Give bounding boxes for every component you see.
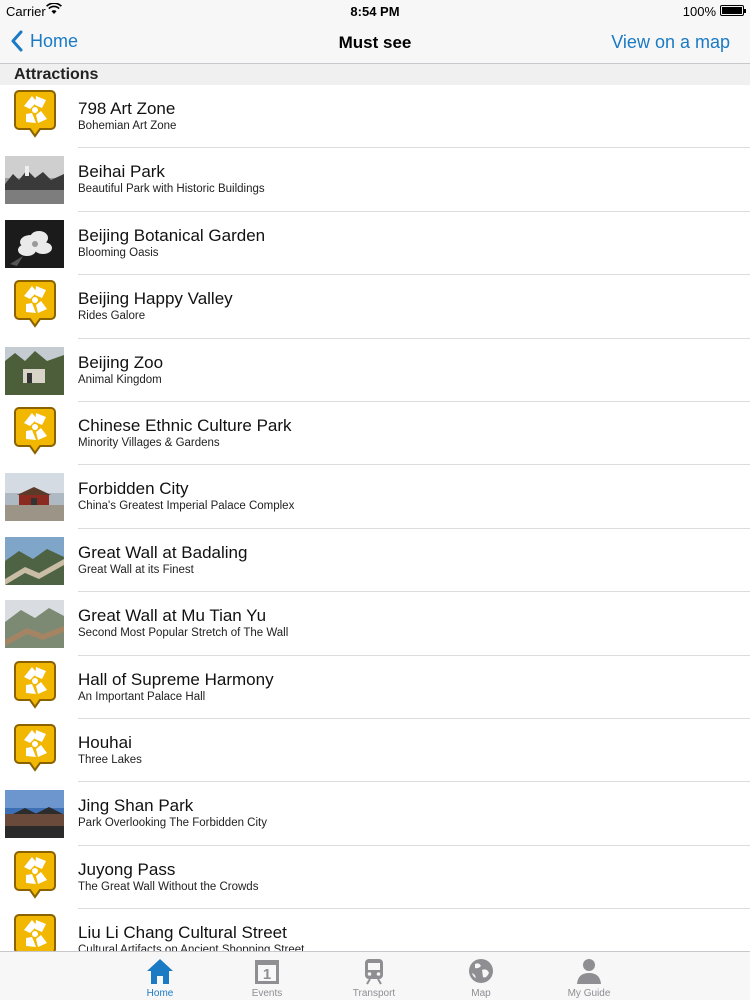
item-title: 798 Art Zone [78, 99, 176, 118]
list-item[interactable]: Juyong Pass The Great Wall Without the Cr… [0, 846, 750, 910]
list-item[interactable]: Forbidden City China's Greatest Imperial … [0, 465, 750, 529]
tab-my-guide[interactable]: My Guide [549, 952, 629, 1000]
list-item[interactable]: Beihai Park Beautiful Park with Historic … [0, 148, 750, 212]
item-title: Beijing Happy Valley [78, 289, 233, 309]
list-item[interactable]: 798 Art Zone Bohemian Art Zone [0, 85, 750, 149]
item-subtitle: Beautiful Park with Historic Buildings [78, 183, 265, 196]
item-subtitle: Park Overlooking The Forbidden City [78, 817, 267, 830]
battery-percent: 100% [682, 4, 716, 19]
item-title: Beijing Zoo [78, 352, 164, 372]
list-item[interactable]: Great Wall at Mu Tian Yu Second Most Popu… [0, 592, 750, 656]
attraction-thumbnail [5, 473, 64, 522]
status-bar: Carrier 8:54 PM 100% [0, 0, 750, 22]
section-header-attractions: Attractions [0, 64, 750, 85]
list-item[interactable]: Great Wall at Badaling Great Wall at its … [0, 529, 750, 593]
item-title: Hall of Supreme Harmony [78, 669, 274, 689]
item-title: Houhai [78, 732, 132, 752]
attraction-thumbnail [5, 600, 64, 649]
tab-bar: Home 1 Events Transport Map My Guide [0, 951, 750, 1000]
item-subtitle: The Great Wall Without the Crowds [78, 880, 259, 893]
attraction-thumbnail [5, 790, 64, 839]
item-subtitle: China's Greatest Imperial Palace Complex [78, 500, 295, 513]
item-title: Chinese Ethnic Culture Park [78, 415, 292, 435]
train-icon [359, 956, 389, 986]
item-title: Great Wall at Badaling [78, 542, 248, 562]
calendar-icon: 1 [252, 956, 282, 986]
map-pin-icon [13, 723, 57, 773]
item-title: Juyong Pass [78, 859, 176, 879]
attraction-thumbnail [5, 219, 64, 268]
chevron-left-icon [11, 30, 23, 52]
attraction-thumbnail [5, 156, 64, 205]
attractions-list[interactable]: 798 Art Zone Bohemian Art Zone Beihai Park… [0, 85, 750, 951]
home-icon [145, 956, 175, 986]
view-on-map-button[interactable]: View on a map [611, 32, 730, 53]
back-button-label: Home [30, 30, 79, 51]
list-item[interactable]: Beijing Zoo Animal Kingdom [0, 339, 750, 402]
map-pin-icon [13, 850, 57, 900]
tab-transport[interactable]: Transport [334, 952, 414, 1000]
item-subtitle: Bohemian Art Zone [78, 120, 177, 132]
item-title: Liu Li Chang Cultural Street [78, 923, 287, 943]
list-item[interactable]: Chinese Ethnic Culture Park Minority Vill… [0, 402, 750, 466]
attraction-thumbnail [5, 536, 64, 585]
item-subtitle: Rides Galore [78, 310, 146, 323]
item-subtitle: Great Wall at its Finest [78, 563, 194, 576]
item-subtitle: Cultural Artifacts on Ancient Shopping S… [78, 944, 305, 951]
map-pin-icon [13, 279, 57, 329]
map-pin-icon [13, 913, 57, 951]
list-item[interactable]: Liu Li Chang Cultural Street Cultural Art… [0, 909, 750, 951]
item-title: Beihai Park [78, 162, 165, 182]
tab-label: Events [251, 988, 283, 999]
tab-label: Map [471, 988, 491, 999]
status-time: 8:54 PM [350, 4, 400, 19]
item-subtitle: Animal Kingdom [78, 373, 162, 386]
tab-label: Home [146, 988, 174, 999]
tab-label: Transport [352, 988, 396, 999]
item-title: Jing Shan Park [78, 796, 194, 816]
navigation-bar: Home Must see View on a map [0, 22, 750, 64]
list-item[interactable]: Jing Shan Park Park Overlooking The Forbi… [0, 782, 750, 846]
battery-icon [720, 5, 746, 16]
map-pin-icon [13, 89, 57, 139]
attraction-thumbnail [5, 346, 64, 395]
item-subtitle: Blooming Oasis [78, 246, 159, 259]
list-item[interactable]: Beijing Happy Valley Rides Galore [0, 275, 750, 339]
map-pin-icon [13, 660, 57, 710]
map-pin-icon [13, 406, 57, 456]
list-item[interactable]: Houhai Three Lakes [0, 719, 750, 783]
back-button[interactable]: Home [10, 30, 78, 52]
item-title: Great Wall at Mu Tian Yu [78, 606, 267, 626]
item-subtitle: Three Lakes [78, 753, 142, 766]
tab-label: My Guide [567, 988, 611, 999]
person-icon [574, 956, 604, 986]
item-title: Beijing Botanical Garden [78, 225, 266, 245]
tab-map[interactable]: Map [441, 952, 521, 1000]
item-title: Forbidden City [78, 479, 189, 499]
list-item[interactable]: Beijing Botanical Garden Blooming Oasis [0, 212, 750, 276]
list-item[interactable]: Hall of Supreme Harmony An Important Pala… [0, 656, 750, 719]
item-subtitle: Minority Villages & Gardens [78, 436, 220, 449]
globe-icon [466, 956, 496, 986]
tab-home[interactable]: Home [120, 952, 200, 1000]
item-subtitle: An Important Palace Hall [78, 690, 206, 703]
svg-text:1: 1 [263, 966, 271, 983]
tab-events[interactable]: 1 Events [227, 952, 307, 1000]
item-subtitle: Second Most Popular Stretch of The Wall [78, 627, 289, 640]
